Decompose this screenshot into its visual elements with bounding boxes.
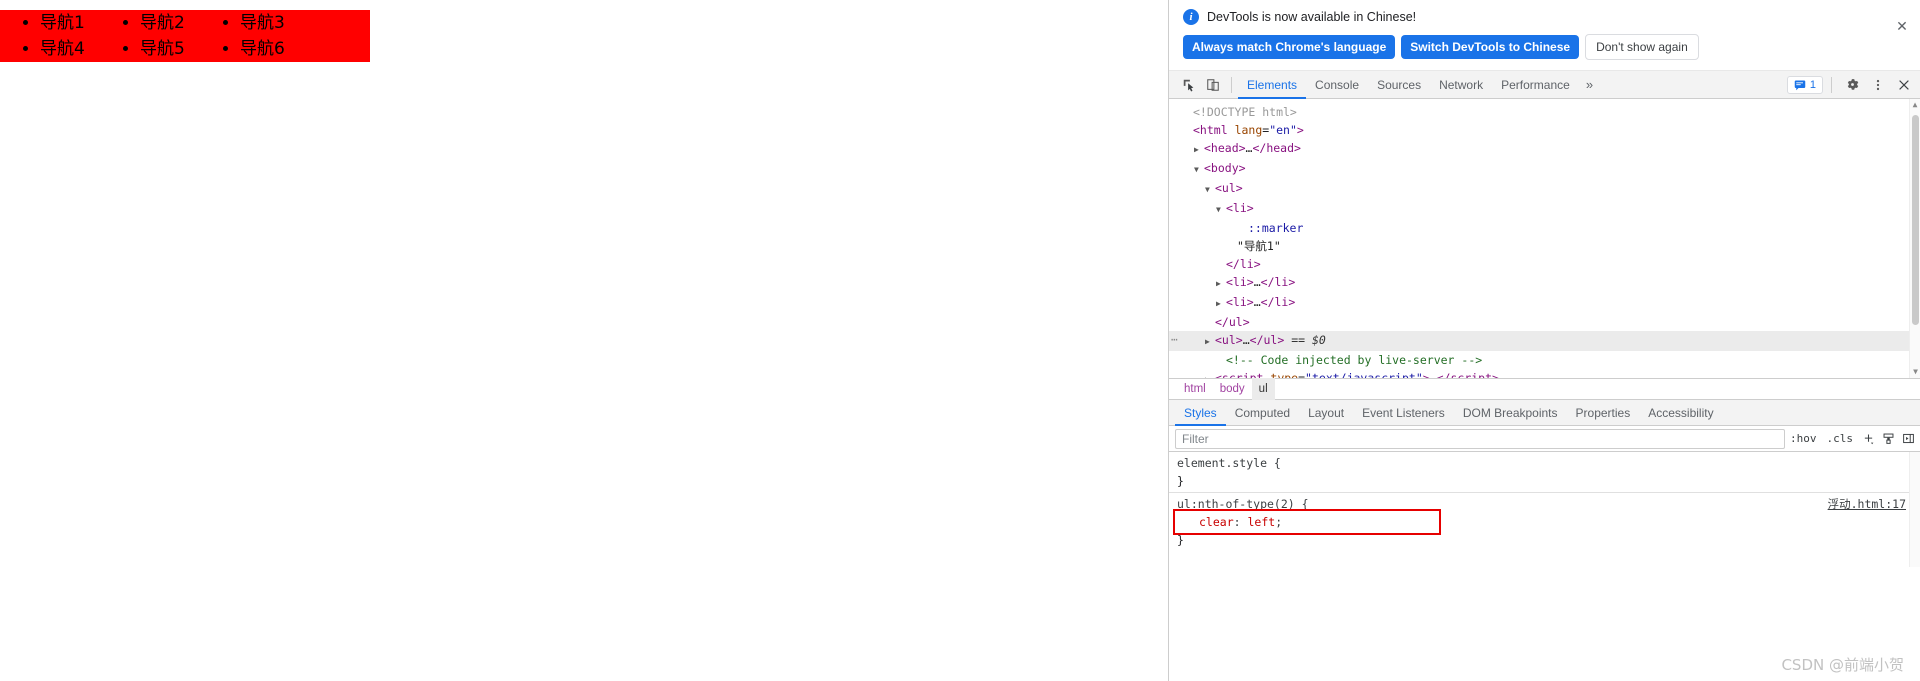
dom-tree-view[interactable]: <!DOCTYPE html> <html lang="en"> ▶ <head>…<… (1169, 99, 1920, 378)
always-match-chrome-language-button[interactable]: Always match Chrome's language (1183, 35, 1396, 59)
switch-devtools-to-chinese-button[interactable]: Switch DevTools to Chinese (1401, 35, 1580, 59)
node-options-icon[interactable]: ⋯ (1171, 331, 1178, 349)
breadcrumb-item-ul[interactable]: ul (1251, 378, 1275, 400)
more-tabs-icon[interactable]: » (1579, 77, 1600, 92)
hover-state-toggle[interactable]: :hov (1785, 432, 1822, 445)
tab-network[interactable]: Network (1430, 71, 1492, 99)
styles-filter-bar: :hov .cls (1169, 426, 1920, 452)
inspect-element-icon[interactable] (1177, 73, 1201, 97)
expand-triangle-icon[interactable]: ▶ (1194, 141, 1204, 159)
nav-item: 导航3 (240, 10, 340, 36)
device-toolbar-icon[interactable] (1201, 73, 1225, 97)
new-style-rule-icon[interactable] (1878, 429, 1898, 449)
tab-elements[interactable]: Elements (1238, 71, 1306, 99)
class-toggle[interactable]: .cls (1822, 432, 1859, 445)
tab-sources[interactable]: Sources (1368, 71, 1430, 99)
banner-actions-row: Always match Chrome's language Switch De… (1183, 34, 1908, 60)
tab-console[interactable]: Console (1306, 71, 1368, 99)
css-declaration[interactable]: clear: left; (1177, 513, 1912, 531)
breadcrumb-item-html[interactable]: html (1177, 378, 1213, 400)
styles-pane-tab-bar: Styles Computed Layout Event Listeners DOM B… (1169, 400, 1920, 426)
styles-tab-styles[interactable]: Styles (1175, 400, 1226, 426)
scrollbar-thumb[interactable] (1912, 115, 1919, 325)
expand-triangle-icon[interactable]: ▼ (1205, 181, 1215, 199)
styles-tab-accessibility[interactable]: Accessibility (1639, 400, 1722, 426)
css-rule[interactable]: ul:nth-of-type(2) {浮动.html:17 clear: left… (1169, 495, 1920, 549)
devtools-main-toolbar: Elements Console Sources Network Performance… (1169, 71, 1920, 99)
nav-list: 导航1导航2导航3导航4导航5导航6 (0, 10, 370, 62)
expand-triangle-icon[interactable]: ▶ (1205, 371, 1215, 378)
dom-tree-scrollbar[interactable]: ▲ ▼ (1909, 99, 1920, 378)
styles-tab-dom-breakpoints[interactable]: DOM Breakpoints (1454, 400, 1567, 426)
dont-show-again-button[interactable]: Don't show again (1585, 34, 1699, 60)
css-value[interactable]: left (1247, 515, 1275, 529)
dom-node-line[interactable]: ▼ <ul> (1169, 179, 1920, 199)
close-icon[interactable]: ✕ (1894, 18, 1910, 34)
css-selector[interactable]: element.style { (1177, 454, 1912, 472)
dom-node-line[interactable]: "导航1" (1169, 237, 1920, 255)
kebab-menu-icon[interactable] (1866, 73, 1890, 97)
toolbar-right-group: 1 (1786, 73, 1916, 97)
issues-badge[interactable]: 1 (1786, 75, 1823, 94)
csdn-watermark: CSDN @前端小贺 (1781, 656, 1904, 674)
dom-node-line[interactable]: ▶<script type="text/javascript">…</scrip… (1169, 369, 1920, 378)
css-property[interactable]: clear (1199, 515, 1234, 529)
search-input[interactable] (1175, 428, 1785, 449)
dom-node-line[interactable]: <!DOCTYPE html> (1169, 103, 1920, 121)
css-selector[interactable]: ul:nth-of-type(2) {浮动.html:17 (1177, 495, 1912, 513)
nav-item: 导航6 (240, 36, 340, 62)
info-icon: i (1183, 9, 1199, 25)
expand-triangle-icon[interactable]: ▶ (1216, 275, 1226, 293)
breadcrumb-item-body[interactable]: body (1213, 378, 1252, 400)
screenshot-root: 导航1导航2导航3导航4导航5导航6 i DevTools is now ava… (0, 0, 1920, 681)
tab-performance[interactable]: Performance (1492, 71, 1579, 99)
scroll-down-arrow[interactable]: ▼ (1910, 366, 1920, 378)
css-rule[interactable]: element.style {} (1169, 454, 1920, 490)
css-rule-close-brace: } (1177, 474, 1184, 488)
dom-node-line[interactable]: <html lang="en"> (1169, 121, 1920, 139)
expand-triangle-icon[interactable]: ▼ (1194, 161, 1204, 179)
expand-triangle-icon[interactable]: ▶ (1216, 295, 1226, 313)
dom-node-line[interactable]: </li> (1169, 255, 1920, 273)
rule-divider (1169, 492, 1920, 493)
dom-node-line[interactable]: ::marker (1169, 219, 1920, 237)
dom-node-line[interactable]: ▶ <li>…</li> (1169, 273, 1920, 293)
expand-triangle-icon[interactable]: ▶ (1205, 333, 1215, 351)
css-rule-close-brace: } (1177, 533, 1184, 547)
toolbar-divider-2 (1831, 76, 1832, 93)
close-devtools-icon[interactable] (1892, 73, 1916, 97)
styles-tab-computed[interactable]: Computed (1226, 400, 1299, 426)
banner-message: DevTools is now available in Chinese! (1207, 10, 1417, 24)
dom-node-line[interactable]: ▼ <body> (1169, 159, 1920, 179)
css-source-link[interactable]: 浮动.html:17 (1828, 495, 1906, 513)
dom-node-line[interactable]: ▶ <head>…</head> (1169, 139, 1920, 159)
toggle-sidebar-icon[interactable] (1898, 429, 1918, 449)
dom-node-line[interactable]: ▶ <li>…</li> (1169, 293, 1920, 313)
rendered-web-page: 导航1导航2导航3导航4导航5导航6 (0, 0, 1168, 681)
banner-message-row: i DevTools is now available in Chinese! (1183, 9, 1908, 25)
devtools-panel: i DevTools is now available in Chinese! … (1168, 0, 1920, 681)
devtools-tab-bar: Elements Console Sources Network Performance… (1238, 71, 1787, 99)
breadcrumb: html body ul (1169, 378, 1920, 400)
styles-tab-properties[interactable]: Properties (1567, 400, 1640, 426)
dom-node-line[interactable]: ⋯ ▶ <ul>…</ul> == $0 (1169, 331, 1920, 351)
toolbar-divider (1231, 76, 1232, 93)
styles-rules-pane[interactable]: element.style {} ul:nth-of-type(2) {浮动.ht… (1169, 452, 1920, 567)
issues-message-icon (1794, 80, 1806, 90)
styles-scrollbar[interactable] (1909, 452, 1920, 567)
issues-count: 1 (1809, 78, 1816, 91)
dom-node-line[interactable]: <!-- Code injected by live-server --> (1169, 351, 1920, 369)
styles-tab-event-listeners[interactable]: Event Listeners (1353, 400, 1454, 426)
scroll-up-arrow[interactable]: ▲ (1910, 99, 1920, 111)
expand-triangle-icon[interactable]: ▼ (1216, 201, 1226, 219)
styles-tab-layout[interactable]: Layout (1299, 400, 1353, 426)
gear-icon[interactable] (1840, 73, 1864, 97)
dom-node-line[interactable]: ▼ <li> (1169, 199, 1920, 219)
dom-node-line[interactable]: </ul> (1169, 313, 1920, 331)
plus-icon[interactable] (1858, 429, 1878, 449)
devtools-language-banner: i DevTools is now available in Chinese! … (1169, 0, 1920, 71)
